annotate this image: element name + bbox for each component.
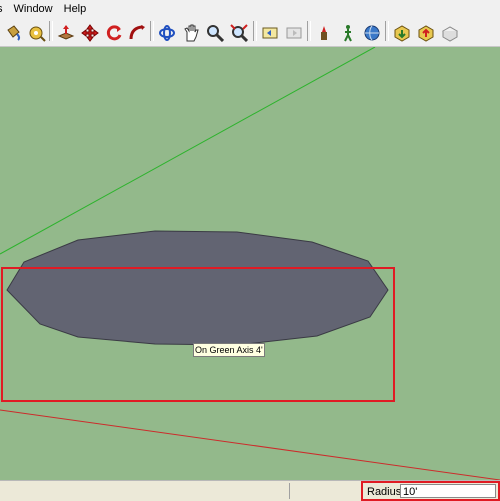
next-view-icon[interactable] — [284, 23, 304, 43]
push-pull-icon[interactable] — [56, 23, 76, 43]
get-models-icon[interactable] — [392, 23, 412, 43]
status-divider — [289, 483, 290, 499]
measurements-input[interactable]: 10' — [400, 484, 496, 498]
components-icon[interactable] — [440, 23, 460, 43]
toolbar-separator — [253, 21, 257, 41]
toolbar-separator — [385, 21, 389, 41]
highlight-box — [1, 267, 395, 402]
toolbar-separator — [307, 21, 311, 41]
look-around-icon[interactable] — [362, 23, 382, 43]
toolbar — [0, 17, 500, 47]
status-bar: Radius 10' — [0, 480, 500, 501]
menu-bar: s Window Help — [0, 0, 500, 17]
zoom-icon[interactable] — [205, 23, 225, 43]
red-axis-line — [0, 409, 500, 480]
menu-item-window[interactable]: Window — [14, 3, 53, 15]
share-model-icon[interactable] — [416, 23, 436, 43]
paint-bucket-icon[interactable] — [4, 23, 24, 43]
walk-icon[interactable] — [338, 23, 358, 43]
toolbar-separator — [49, 21, 53, 41]
drawing-viewport[interactable]: On Green Axis 4' — [0, 47, 500, 480]
measurements-label: Radius — [367, 486, 402, 498]
zoom-extents-icon[interactable] — [229, 23, 249, 43]
rotate-icon[interactable] — [104, 23, 124, 43]
green-axis-line — [0, 47, 376, 255]
menu-item-tools[interactable]: s — [0, 3, 3, 15]
move-icon[interactable] — [80, 23, 100, 43]
follow-me-icon[interactable] — [127, 23, 147, 43]
orbit-icon[interactable] — [157, 23, 177, 43]
toolbar-separator — [150, 21, 154, 41]
scene-canvas[interactable] — [0, 47, 500, 480]
measurements-box: Radius 10' — [361, 481, 500, 501]
position-camera-icon[interactable] — [314, 23, 334, 43]
inference-tooltip: On Green Axis 4' — [193, 343, 265, 357]
pan-icon[interactable] — [181, 23, 201, 43]
menu-item-help[interactable]: Help — [64, 3, 87, 15]
tape-measure-icon[interactable] — [27, 23, 47, 43]
previous-view-icon[interactable] — [260, 23, 280, 43]
